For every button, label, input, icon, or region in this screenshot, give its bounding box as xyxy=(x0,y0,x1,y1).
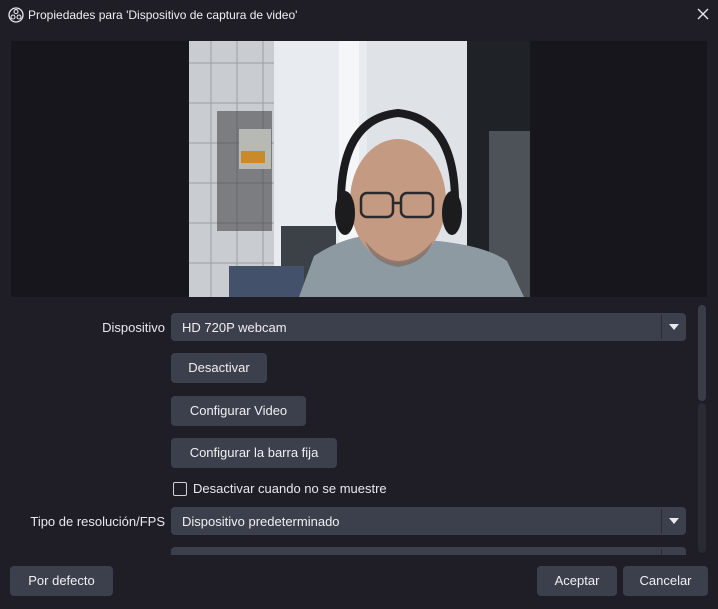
close-button[interactable] xyxy=(690,3,716,27)
configure-crossbar-button[interactable]: Configurar la barra fija xyxy=(171,438,337,468)
properties-panel: Dispositivo HD 720P webcam Desactivar Co… xyxy=(11,303,695,555)
scrollbar-thumb[interactable] xyxy=(698,305,706,401)
close-icon xyxy=(697,8,709,20)
preview-area xyxy=(11,41,707,297)
next-property-dropdown[interactable] xyxy=(171,547,686,555)
resolution-type-dropdown-value: Dispositivo predeterminado xyxy=(182,514,340,529)
webcam-preview-image xyxy=(189,41,530,297)
resolution-type-dropdown[interactable]: Dispositivo predeterminado xyxy=(171,507,686,535)
defaults-button[interactable]: Por defecto xyxy=(10,566,113,596)
title-bar: Propiedades para 'Dispositivo de captura… xyxy=(0,0,718,30)
resolution-type-label: Tipo de resolución/FPS xyxy=(30,514,165,529)
deactivate-when-hidden-checkbox[interactable] xyxy=(173,482,187,496)
cancel-button[interactable]: Cancelar xyxy=(623,566,708,596)
deactivate-button[interactable]: Desactivar xyxy=(171,353,267,383)
chevron-down-icon xyxy=(669,518,679,524)
deactivate-when-hidden-label: Desactivar cuando no se muestre xyxy=(193,481,387,496)
device-dropdown-value: HD 720P webcam xyxy=(182,320,287,335)
properties-scrollbar[interactable] xyxy=(697,303,707,555)
ok-button[interactable]: Aceptar xyxy=(537,566,617,596)
scrollbar-track[interactable] xyxy=(698,403,706,553)
device-dropdown[interactable]: HD 720P webcam xyxy=(171,313,686,341)
configure-video-button[interactable]: Configurar Video xyxy=(171,396,306,426)
obs-icon xyxy=(8,7,24,23)
device-label: Dispositivo xyxy=(102,320,165,335)
chevron-down-icon xyxy=(669,324,679,330)
window-title: Propiedades para 'Dispositivo de captura… xyxy=(28,8,298,22)
